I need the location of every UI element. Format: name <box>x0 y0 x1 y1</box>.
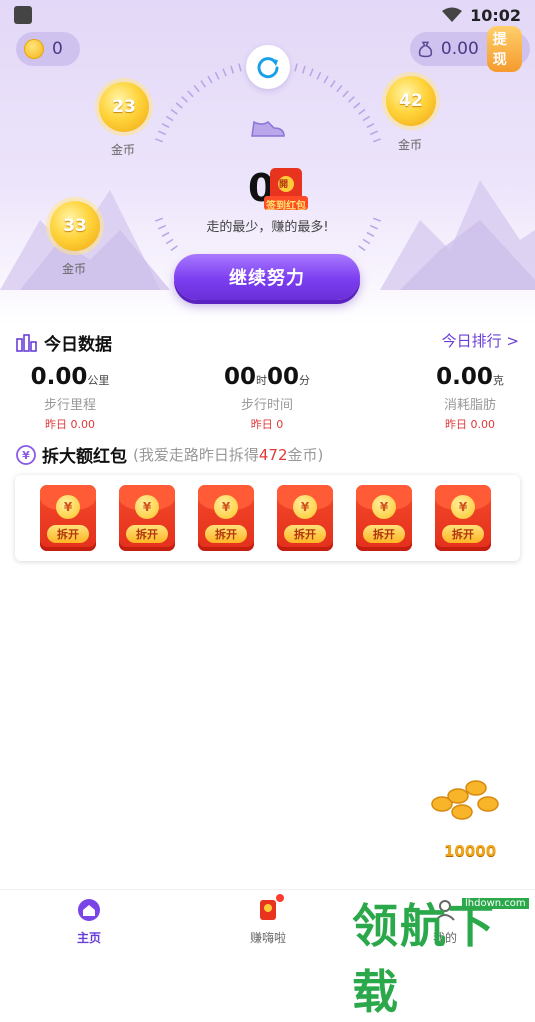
coin-bubble-value: 23 <box>112 97 136 117</box>
floating-reward-amount[interactable]: 10000 <box>444 842 496 860</box>
notification-icon <box>14 6 32 24</box>
shoe-icon <box>250 116 286 142</box>
stat-distance: 0.00公里 步行里程 昨日 0.00 <box>0 364 140 432</box>
coin-bubble-2[interactable]: 42 <box>386 76 436 126</box>
slogan: 走的最少，赚的最多! <box>0 216 535 235</box>
redpack-2[interactable]: ¥ 拆开 <box>119 485 175 551</box>
stat-time: 00时00分 步行时间 昨日 0 <box>197 364 337 432</box>
signin-redpack-badge[interactable]: 開 签到红包 <box>264 166 308 212</box>
tab-home-label: 主页 <box>49 929 129 946</box>
redpack-section-title: ¥ 拆大额红包 (我爱走路昨日拆得472金币) <box>16 442 323 467</box>
redpack-card: ¥ 拆开 ¥ 拆开 ¥ 拆开 ¥ 拆开 ¥ 拆开 ¥ 拆开 <box>15 475 520 561</box>
home-icon <box>77 898 101 922</box>
redpack-1[interactable]: ¥ 拆开 <box>40 485 96 551</box>
redpack-subtitle: (我爱走路昨日拆得472金币) <box>133 444 323 465</box>
redpack-open-label: 拆开 <box>284 525 326 543</box>
coin-balance: 0 <box>52 39 63 59</box>
redpack-open-label: 拆开 <box>363 525 405 543</box>
yuan-icon: ¥ <box>293 495 317 519</box>
chart-book-icon <box>16 333 38 353</box>
stat-distance-yesterday: 昨日 0.00 <box>0 416 140 432</box>
wifi-icon <box>442 7 462 23</box>
redpack-3[interactable]: ¥ 拆开 <box>198 485 254 551</box>
redpack-open-label: 拆开 <box>47 525 89 543</box>
stat-fat-name: 消耗脂肪 <box>400 394 535 413</box>
status-time: 10:02 <box>470 6 521 25</box>
coin-bubble-1[interactable]: 23 <box>99 82 149 132</box>
continue-button[interactable]: 继续努力 <box>174 254 360 300</box>
status-bar: 10:02 <box>0 0 535 30</box>
coin-icon <box>24 39 44 59</box>
stat-time-name: 步行时间 <box>197 394 337 413</box>
stat-time-hours-unit: 时 <box>256 374 267 387</box>
tab-earn-label: 赚嗨啦 <box>228 929 308 946</box>
today-section-title: 今日数据 <box>16 330 112 355</box>
yuan-icon: ¥ <box>214 495 238 519</box>
redpack-tab-icon <box>256 898 280 922</box>
coin-bubble-label: 金币 <box>111 141 135 158</box>
withdraw-button[interactable]: 提现 <box>487 26 522 72</box>
watermark-text: 领航下载 <box>352 890 535 1022</box>
redpack-4[interactable]: ¥ 拆开 <box>277 485 333 551</box>
coin-bubble-value: 42 <box>399 91 423 111</box>
stat-distance-unit: 公里 <box>87 374 109 387</box>
cash-balance-pill[interactable]: 0.00 提现 <box>410 32 530 66</box>
refresh-button[interactable] <box>246 45 290 89</box>
redpack-open-label: 拆开 <box>205 525 247 543</box>
redpack-badge-char: 開 <box>279 177 288 190</box>
stat-time-minutes: 00 <box>267 364 299 390</box>
today-title-text: 今日数据 <box>44 330 112 355</box>
tab-earn[interactable]: 赚嗨啦 <box>228 898 308 946</box>
coin-bubble-label: 金币 <box>398 136 422 153</box>
redpack-open-label: 拆开 <box>126 525 168 543</box>
yuan-circle-icon: ¥ <box>16 445 36 465</box>
stat-distance-value: 0.00 <box>31 364 88 390</box>
yuan-icon: ¥ <box>372 495 396 519</box>
yuan-icon: ¥ <box>135 495 159 519</box>
redpack-sub-prefix: (我爱走路昨日拆得 <box>133 446 259 464</box>
svg-text:¥: ¥ <box>22 449 30 462</box>
coin-bubble-label: 金币 <box>62 260 86 277</box>
floating-coins-icon[interactable] <box>428 778 504 840</box>
redpack-title-text: 拆大额红包 <box>42 442 127 467</box>
money-bag-icon <box>418 39 433 59</box>
stat-fat: 0.00克 消耗脂肪 昨日 0.00 <box>400 364 535 432</box>
stat-fat-unit: 克 <box>493 374 504 387</box>
yuan-icon: ¥ <box>56 495 80 519</box>
stat-time-hours: 00 <box>224 364 256 390</box>
watermark-url: lhdown.com <box>462 898 529 909</box>
stat-distance-name: 步行里程 <box>0 394 140 413</box>
stat-time-minutes-unit: 分 <box>299 374 310 387</box>
refresh-icon <box>255 54 281 80</box>
notification-dot <box>276 894 284 902</box>
stat-fat-value: 0.00 <box>436 364 493 390</box>
coin-balance-pill[interactable]: 0 <box>16 32 80 66</box>
redpack-sub-amount: 472 <box>259 446 288 464</box>
stat-fat-yesterday: 昨日 0.00 <box>400 416 535 432</box>
redpack-badge-label: 签到红包 <box>264 197 308 212</box>
redpack-5[interactable]: ¥ 拆开 <box>356 485 412 551</box>
redpack-open-label: 拆开 <box>442 525 484 543</box>
redpack-6[interactable]: ¥ 拆开 <box>435 485 491 551</box>
today-rank-link[interactable]: 今日排行 > <box>442 330 519 351</box>
tab-home[interactable]: 主页 <box>49 898 129 946</box>
hero-area: 10:02 0 0.00 提现 23 金币 42 金币 33 金币 0 <box>0 0 535 325</box>
redpack-sub-suffix: 金币) <box>288 446 324 464</box>
yuan-icon: ¥ <box>451 495 475 519</box>
stat-time-yesterday: 昨日 0 <box>197 416 337 432</box>
cash-balance: 0.00 <box>441 39 479 59</box>
